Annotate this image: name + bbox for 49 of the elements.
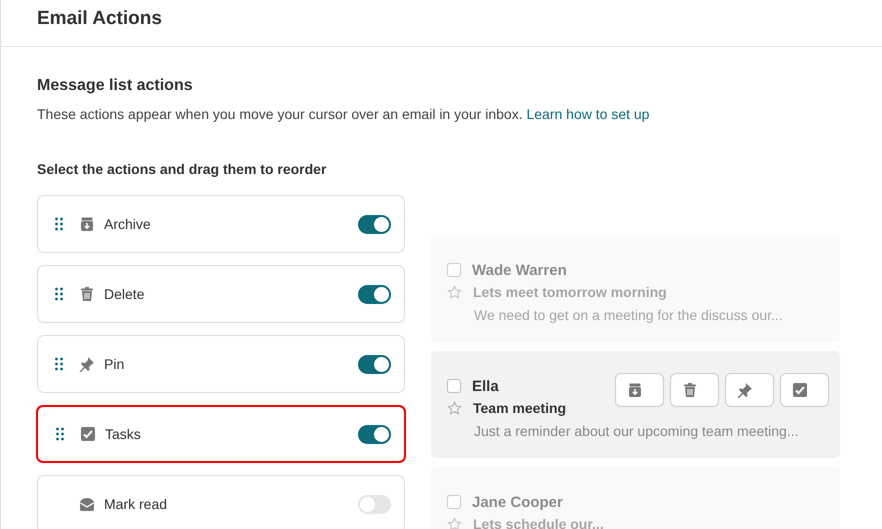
instruction-text: Select the actions and drag them to reorder xyxy=(37,161,328,177)
action-label: Tasks xyxy=(105,426,142,442)
toggle-switch[interactable] xyxy=(358,354,391,374)
archive-icon xyxy=(627,382,643,398)
toggle-switch[interactable] xyxy=(358,214,391,234)
email-subject: Lets meet tomorrow morning xyxy=(473,284,667,300)
archive-icon xyxy=(79,216,95,232)
email-card[interactable]: Ella Team meeting Just a reminder about our upcoming team meeting... xyxy=(431,351,840,458)
email-subject: Team meeting xyxy=(473,400,566,416)
section-description: These actions appear when you move your cursor over an email in your inbox. Learn how to set up xyxy=(37,106,650,122)
email-checkbox[interactable] xyxy=(447,495,461,509)
action-label: Pin xyxy=(104,356,126,372)
setup-link[interactable]: Learn how to set up xyxy=(526,106,650,122)
toggle-switch[interactable] xyxy=(358,424,391,444)
email-card[interactable]: Jane Cooper Lets schedule our... xyxy=(431,467,840,529)
email-checkbox[interactable] xyxy=(447,379,461,393)
drag-handle-icon[interactable] xyxy=(55,217,63,231)
email-checkbox[interactable] xyxy=(447,263,461,277)
drag-handle-icon[interactable] xyxy=(55,357,63,371)
checkbox-icon xyxy=(792,382,808,398)
star-icon[interactable] xyxy=(447,516,462,529)
action-label: Archive xyxy=(104,216,152,232)
trash-icon xyxy=(79,286,95,302)
email-subject: Lets schedule our... xyxy=(473,516,604,529)
checkbox-icon xyxy=(80,426,96,442)
drag-handle-icon[interactable] xyxy=(56,427,64,441)
envelope-icon xyxy=(79,496,95,512)
email-sender: Wade Warren xyxy=(472,262,567,278)
email-sender: Jane Cooper xyxy=(472,494,563,510)
email-card[interactable]: Wade Warren Lets meet tomorrow morning We need to get on a meeting for the discuss our... xyxy=(431,235,840,342)
email-preview: Just a reminder about our upcoming team meeting... xyxy=(473,423,800,439)
page-title: Email Actions xyxy=(37,8,162,30)
toggle-switch[interactable] xyxy=(358,284,391,304)
delete-button[interactable] xyxy=(670,373,719,407)
pin-icon xyxy=(79,356,95,372)
pin-button[interactable] xyxy=(725,373,774,407)
tasks-button[interactable] xyxy=(780,373,829,407)
action-label: Mark read xyxy=(104,496,168,512)
email-sender: Ella xyxy=(472,378,499,394)
action-label: Delete xyxy=(104,286,146,302)
section-title: Message list actions xyxy=(37,77,194,95)
star-icon[interactable] xyxy=(447,400,462,416)
email-preview: We need to get on a meeting for the discuss our... xyxy=(473,307,784,323)
toggle-switch[interactable] xyxy=(358,494,391,514)
pin-icon xyxy=(737,382,753,398)
star-icon[interactable] xyxy=(447,284,462,300)
trash-icon xyxy=(682,382,698,398)
archive-button[interactable] xyxy=(615,373,664,407)
drag-handle-icon[interactable] xyxy=(55,287,63,301)
